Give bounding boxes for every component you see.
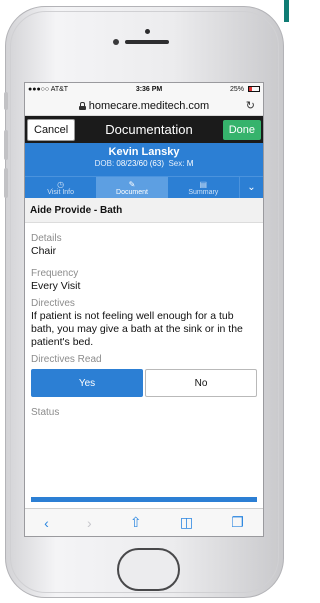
pencil-icon: ✎ <box>128 179 136 189</box>
directives-label: Directives <box>31 298 75 309</box>
cancel-button[interactable]: Cancel <box>27 118 76 141</box>
forward-icon[interactable]: › <box>87 515 92 531</box>
earpiece-speaker <box>125 40 169 44</box>
form-body: Details Chair Frequency Every Visit Dire… <box>25 233 263 418</box>
tab-visit-info[interactable]: ◷ Visit Info <box>25 177 96 198</box>
details-label: Details <box>31 233 62 244</box>
tab-summary[interactable]: ▤ Summary <box>168 177 239 198</box>
tab-label: Summary <box>188 188 219 196</box>
battery-percent: 25% <box>230 86 245 93</box>
back-icon[interactable]: ‹ <box>44 515 49 531</box>
share-icon[interactable]: ⇧ <box>130 514 142 531</box>
home-button[interactable] <box>117 548 180 591</box>
bookmarks-icon[interactable]: ◫ <box>180 514 193 531</box>
tabs-icon[interactable]: ❐ <box>231 514 244 531</box>
document-icon: ▤ <box>199 179 208 189</box>
volume-down-button <box>4 168 8 198</box>
app-navbar: Cancel Documentation Done <box>25 116 263 143</box>
done-button[interactable]: Done <box>222 119 261 140</box>
clock-icon: ◷ <box>57 179 65 189</box>
tab-bar: ◷ Visit Info ✎ Document ▤ Summary ⌄ <box>25 176 263 198</box>
directives-value: If patient is not feeling well enough fo… <box>31 310 243 348</box>
dob-value: 08/23/60 (63) <box>116 159 164 168</box>
background-edge <box>284 0 289 22</box>
yes-button[interactable]: Yes <box>31 369 143 397</box>
sex-label: Sex: <box>168 159 185 168</box>
details-value: Chair <box>31 245 57 257</box>
battery-icon <box>247 86 260 93</box>
status-select[interactable] <box>31 497 257 502</box>
frequency-label: Frequency <box>31 268 79 279</box>
sex-value: M <box>186 159 194 168</box>
safari-toolbar: ‹ › ⇧ ◫ ❐ <box>25 508 263 536</box>
reload-icon[interactable]: ↻ <box>246 99 255 112</box>
tab-label: Document <box>116 188 148 196</box>
section-title: Aide Provide - Bath <box>25 198 263 223</box>
clock-text: 3:36 PM <box>135 86 163 93</box>
lock-icon <box>78 101 86 110</box>
page-title: Documentation <box>105 122 193 137</box>
patient-demographics: DOB: 08/23/60 (63) Sex: M <box>25 159 263 168</box>
directives-read-toggle: Yes No <box>31 369 257 397</box>
tab-document[interactable]: ✎ Document <box>96 177 168 198</box>
patient-name: Kevin Lansky <box>108 146 180 158</box>
volume-up-button <box>4 130 8 160</box>
carrier-text: ●●●○○ AT&T <box>28 86 69 93</box>
no-button[interactable]: No <box>145 369 257 397</box>
proximity-sensor <box>113 39 119 45</box>
battery-group: 25% <box>230 86 260 93</box>
frequency-value: Every Visit <box>31 280 81 292</box>
url-text: homecare.meditech.com <box>88 99 210 112</box>
tab-label: Visit Info <box>47 188 75 196</box>
dob-label: DOB: <box>94 159 115 168</box>
patient-header: Kevin Lansky DOB: 08/23/60 (63) Sex: M <box>25 143 263 176</box>
chevron-down-icon[interactable]: ⌄ <box>238 177 263 198</box>
status-label: Status <box>31 407 60 418</box>
phone-screen: ●●●○○ AT&T 3:36 PM 25% homecare.meditech… <box>24 82 264 537</box>
mute-switch <box>4 92 8 110</box>
ios-status-bar: ●●●○○ AT&T 3:36 PM 25% <box>25 83 263 96</box>
directives-read-label: Directives Read <box>31 354 102 365</box>
front-camera <box>145 29 150 34</box>
address-bar[interactable]: homecare.meditech.com ↻ <box>25 96 263 116</box>
